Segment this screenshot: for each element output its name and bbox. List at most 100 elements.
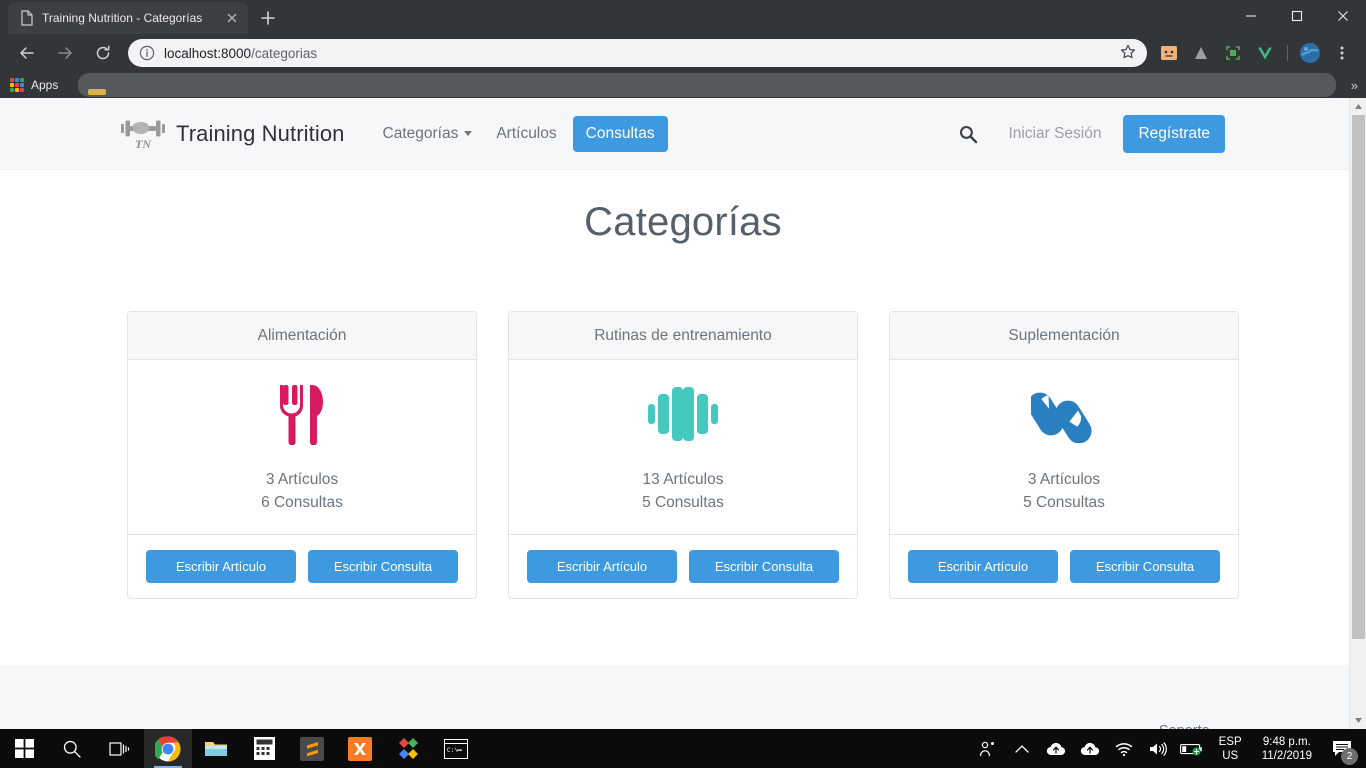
clock-date: 11/2/2019 <box>1261 749 1312 762</box>
calculator-icon[interactable] <box>240 729 288 768</box>
volume-icon[interactable] <box>1141 729 1175 768</box>
card-header: Alimentación <box>128 312 476 360</box>
file-explorer-icon[interactable] <box>192 729 240 768</box>
card-title: Rutinas de entrenamiento <box>594 326 772 344</box>
redacted-bookmarks <box>78 73 1336 97</box>
card-body: 13 Artículos 5 Consultas <box>509 360 857 535</box>
svg-text:TN: TN <box>135 137 152 151</box>
scrollbar-thumb[interactable] <box>1352 115 1365 639</box>
card-header: Suplementación <box>890 312 1238 360</box>
language-code: ESP <box>1218 735 1242 748</box>
xampp-icon[interactable] <box>336 729 384 768</box>
bookmarks-overflow-icon[interactable]: » <box>1351 78 1358 93</box>
apps-label[interactable]: Apps <box>31 78 58 92</box>
browser-tab[interactable]: Training Nutrition - Categorías <box>8 2 248 34</box>
forward-arrow-icon[interactable] <box>50 38 80 68</box>
reload-icon[interactable] <box>88 38 118 68</box>
nav-item-categorias[interactable]: Categorías <box>371 117 485 151</box>
dumbbell-icon <box>648 382 718 446</box>
card-consultas-count: 6 Consultas <box>261 494 343 511</box>
nav-right-actions: Iniciar Sesión Regístrate <box>944 114 1366 153</box>
cloud-upload-icon[interactable] <box>1039 729 1073 768</box>
signup-button[interactable]: Regístrate <box>1123 114 1225 153</box>
page-viewport: TN Training Nutrition Categorías Artícul… <box>0 98 1366 729</box>
drive-icon[interactable] <box>1188 40 1214 66</box>
scrollbar-track[interactable] <box>1350 115 1366 712</box>
screenshot-icon[interactable] <box>1220 40 1246 66</box>
scroll-down-arrow-icon[interactable] <box>1350 712 1366 729</box>
minimize-icon[interactable] <box>1228 0 1274 32</box>
card-body: 3 Artículos 5 Consultas <box>890 360 1238 535</box>
task-view-icon[interactable] <box>96 729 144 768</box>
write-consulta-button[interactable]: Escribir Consulta <box>689 550 839 583</box>
command-prompt-icon[interactable]: C:\ <box>432 729 480 768</box>
tab-title: Training Nutrition - Categorías <box>42 11 203 25</box>
bookmarks-bar: Apps » <box>0 72 1366 98</box>
category-card: Suplementación 3 Artículos 5 Consultas E… <box>889 311 1239 599</box>
taskbar-items: C:\ <box>0 729 480 768</box>
card-articles-count: 3 Artículos <box>265 471 339 488</box>
write-consulta-button[interactable]: Escribir Consulta <box>1070 550 1220 583</box>
footer-brand[interactable]: TN Training Nutrition <box>120 721 324 729</box>
chrome-icon[interactable] <box>144 729 192 768</box>
browser-toolbar: localhost:8000/categorias <box>0 34 1366 72</box>
cloud-upload-icon[interactable] <box>1073 729 1107 768</box>
scroll-up-arrow-icon[interactable] <box>1350 98 1366 115</box>
sublime-text-icon[interactable] <box>288 729 336 768</box>
card-consultas-count: 5 Consultas <box>642 494 724 511</box>
page-icon <box>20 10 34 26</box>
clock[interactable]: 9:48 p.m. 11/2/2019 <box>1252 735 1322 763</box>
write-article-button[interactable]: Escribir Artículo <box>527 550 677 583</box>
address-bar[interactable]: localhost:8000/categorias <box>128 39 1147 67</box>
address-bar-text: localhost:8000/categorias <box>164 46 1113 61</box>
card-articles-count: 3 Artículos <box>1027 471 1101 488</box>
apps-grid-icon[interactable] <box>10 78 24 92</box>
vue-devtools-icon[interactable] <box>1252 40 1278 66</box>
start-icon[interactable] <box>0 729 48 768</box>
battery-icon[interactable] <box>1175 729 1209 768</box>
write-consulta-button[interactable]: Escribir Consulta <box>308 550 458 583</box>
new-tab-button[interactable] <box>254 4 282 32</box>
info-circle-icon[interactable] <box>138 44 156 62</box>
people-icon[interactable] <box>971 729 1005 768</box>
footer-support-column: Soporte Contáctanos <box>1144 721 1225 729</box>
card-footer: Escribir Artículo Escribir Consulta <box>128 535 476 598</box>
visual-studio-icon[interactable] <box>384 729 432 768</box>
wifi-icon[interactable] <box>1107 729 1141 768</box>
nav-item-articulos[interactable]: Artículos <box>484 117 568 151</box>
nav-item-label: Categorías <box>382 124 459 142</box>
site-footer: TN Training Nutrition Soporte Contáctano… <box>0 665 1366 729</box>
windows-taskbar: C:\ ESP US 9:48 p.m. 11/2/2019 2 <box>0 729 1366 768</box>
page-title: Categorías <box>584 200 782 244</box>
write-article-button[interactable]: Escribir Artículo <box>908 550 1058 583</box>
category-cards: Alimentación 3 Artículos 6 Consultas Esc… <box>0 311 1366 599</box>
nav-links: Categorías Artículos Consultas <box>371 115 668 152</box>
card-header: Rutinas de entrenamiento <box>509 312 857 360</box>
search-icon[interactable] <box>48 729 96 768</box>
extension-box-icon[interactable] <box>1156 40 1182 66</box>
card-body: 3 Artículos 6 Consultas <box>128 360 476 535</box>
language-indicator[interactable]: ESP US <box>1209 735 1252 763</box>
utensils-icon <box>274 382 330 446</box>
close-icon[interactable] <box>1320 0 1366 32</box>
back-arrow-icon[interactable] <box>12 38 42 68</box>
profile-avatar[interactable] <box>1297 40 1323 66</box>
close-icon[interactable] <box>224 10 240 26</box>
star-icon[interactable] <box>1119 43 1139 63</box>
chevron-up-icon[interactable] <box>1005 729 1039 768</box>
page-scrollbar[interactable] <box>1349 98 1366 729</box>
maximize-icon[interactable] <box>1274 0 1320 32</box>
chevron-down-icon <box>464 131 473 136</box>
region-code: US <box>1222 749 1239 762</box>
chrome-menu-icon[interactable] <box>1329 40 1355 66</box>
login-link[interactable]: Iniciar Sesión <box>992 117 1117 151</box>
nav-item-consultas[interactable]: Consultas <box>572 115 668 152</box>
brand-link[interactable]: TN Training Nutrition <box>120 111 345 156</box>
write-article-button[interactable]: Escribir Artículo <box>146 550 296 583</box>
svg-text:C:\: C:\ <box>447 747 458 754</box>
search-icon[interactable] <box>944 116 992 152</box>
card-footer: Escribir Artículo Escribir Consulta <box>890 535 1238 598</box>
brand-name: Training Nutrition <box>176 120 345 146</box>
notification-icon[interactable]: 2 <box>1322 729 1362 768</box>
tab-strip: Training Nutrition - Categorías <box>0 0 1366 34</box>
